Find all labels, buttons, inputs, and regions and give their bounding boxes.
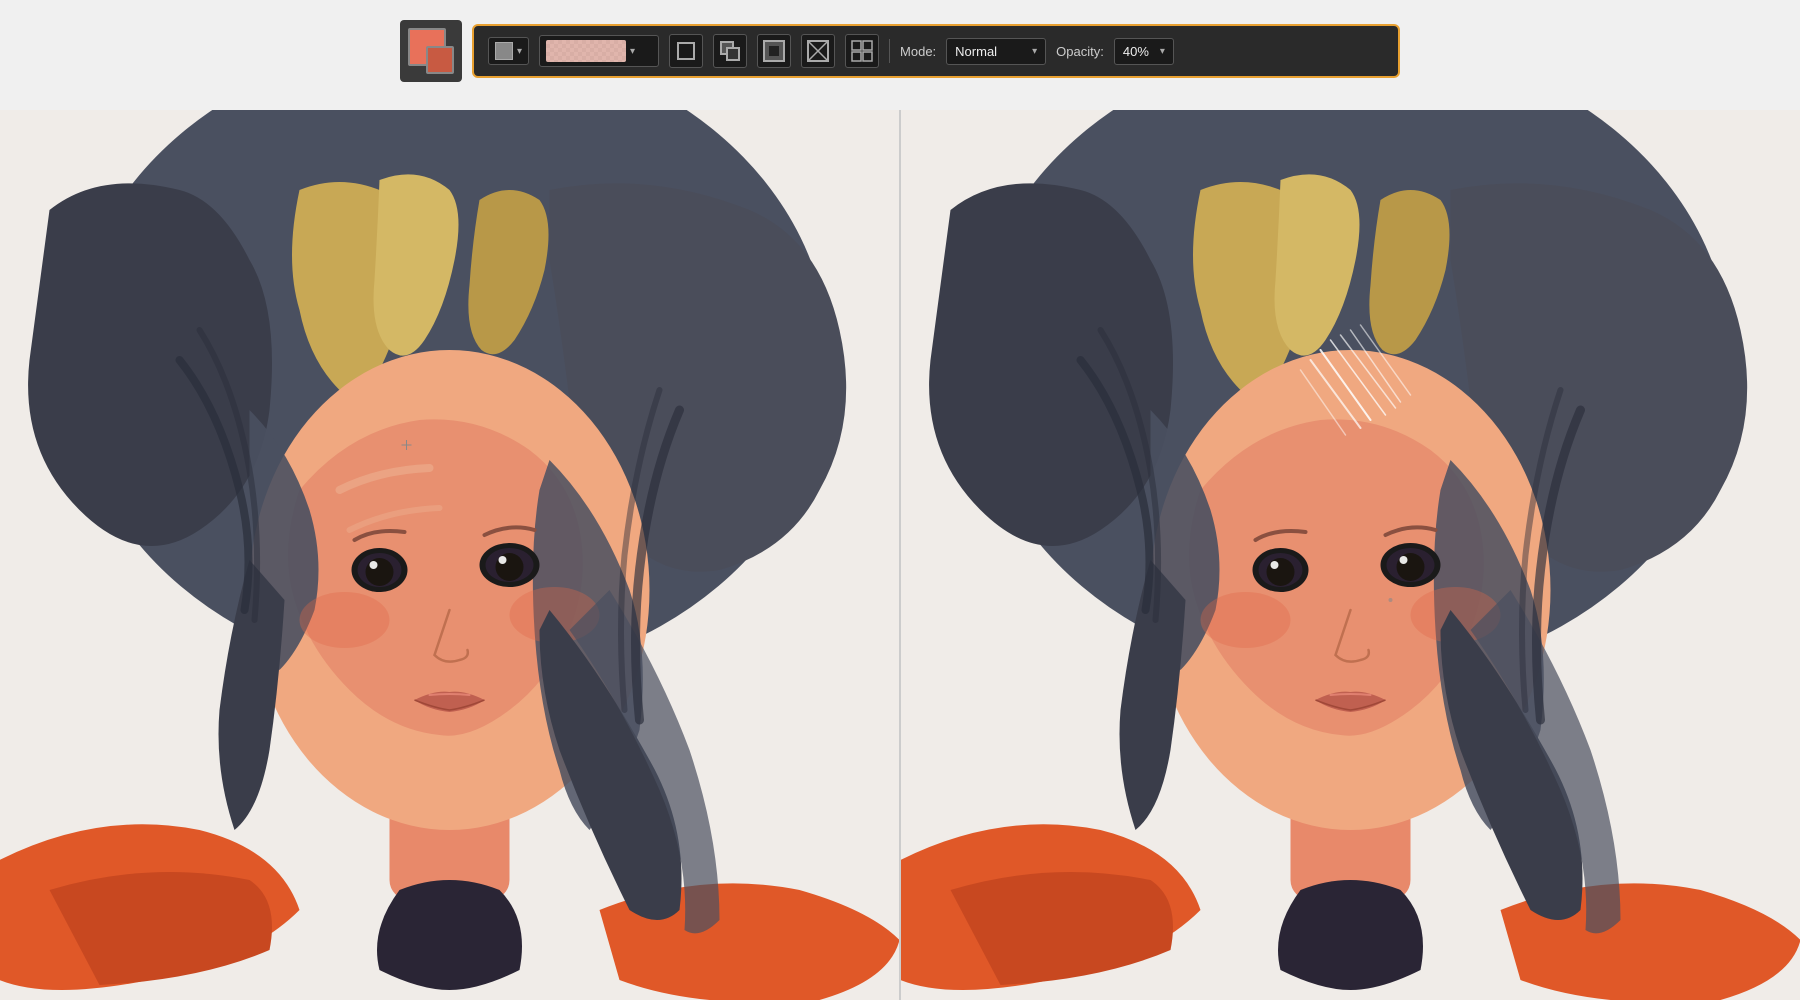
brush-shape-dropdown[interactable]: ▾ — [488, 37, 529, 65]
mode-chevron: ▾ — [1032, 46, 1037, 57]
stacked-rect-button[interactable] — [713, 34, 747, 68]
right-artwork-panel[interactable] — [901, 110, 1800, 1000]
grid-tool-button[interactable] — [845, 34, 879, 68]
background-color[interactable] — [426, 46, 454, 74]
mode-dropdown[interactable]: Normal ▾ — [946, 38, 1046, 65]
mask-tool-icon — [763, 40, 785, 62]
mode-label: Mode: — [900, 44, 936, 59]
mask-tool-button[interactable] — [757, 34, 791, 68]
color-preview-chevron: ▾ — [630, 46, 635, 57]
rect-tool-icon — [676, 41, 696, 61]
left-artwork — [0, 110, 899, 1000]
frame-tool-button[interactable] — [801, 34, 835, 68]
opacity-chevron: ▾ — [1160, 46, 1165, 57]
canvas-area — [0, 110, 1800, 1000]
opacity-dropdown[interactable]: 40% ▾ — [1114, 38, 1174, 65]
color-preview-dropdown[interactable]: ▾ — [539, 35, 659, 67]
opacity-value: 40% — [1123, 44, 1149, 59]
brush-shape-chevron: ▾ — [517, 46, 522, 57]
main-toolbar: ▾ ▾ — [472, 24, 1400, 78]
grid-tool-icon — [851, 40, 873, 62]
stacked-rect-icon — [719, 40, 741, 62]
toolbar-separator — [889, 39, 890, 63]
brush-shape-preview — [495, 42, 513, 60]
color-preview-swatch — [546, 40, 626, 62]
opacity-label: Opacity: — [1056, 44, 1104, 59]
mode-value: Normal — [955, 44, 997, 59]
right-artwork — [901, 110, 1800, 1000]
frame-tool-icon — [807, 40, 829, 62]
rect-tool-button[interactable] — [669, 34, 703, 68]
left-artwork-panel[interactable] — [0, 110, 899, 1000]
color-swatch-widget[interactable] — [400, 20, 462, 82]
